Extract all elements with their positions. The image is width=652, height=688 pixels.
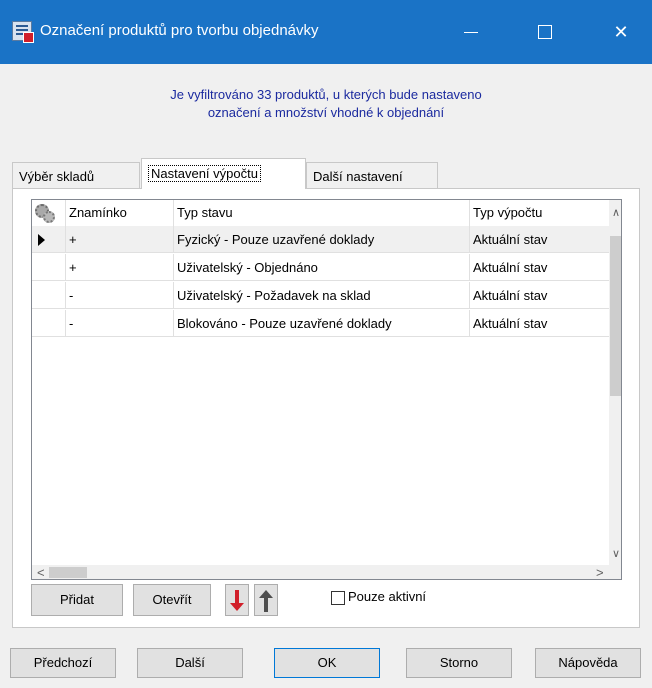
- cell-sign[interactable]: -: [66, 310, 174, 337]
- cell-calc[interactable]: Aktuální stav: [470, 254, 609, 281]
- tab-panel: Znamínko Typ stavu Typ výpočtu + Fyzický…: [12, 188, 640, 628]
- tab-nastaveni-vypoctu[interactable]: Nastavení výpočtu: [141, 158, 306, 189]
- window-title: Označení produktů pro tvorbu objednávky: [40, 22, 319, 39]
- cancel-button[interactable]: Storno: [406, 648, 512, 678]
- vertical-scrollbar[interactable]: ∧ ∨: [609, 200, 621, 565]
- arrow-up-icon: [259, 590, 273, 612]
- info-line-2: označení a množství vhodné k objednání: [207, 105, 445, 120]
- state-grid[interactable]: Znamínko Typ stavu Typ výpočtu + Fyzický…: [31, 199, 622, 580]
- minimize-icon: [464, 32, 478, 33]
- move-up-button[interactable]: [254, 584, 278, 616]
- row-indicator: [32, 226, 66, 253]
- close-icon: ✕: [613, 22, 629, 42]
- ok-button[interactable]: OK: [274, 648, 380, 678]
- table-row[interactable]: + Uživatelský - Objednáno Aktuální stav: [32, 254, 609, 281]
- column-header-typ-vypoctu[interactable]: Typ výpočtu: [470, 200, 609, 226]
- title-bar: Označení produktů pro tvorbu objednávky …: [0, 0, 652, 64]
- info-line-1: Je vyfiltrováno 33 produktů, u kterých b…: [170, 87, 482, 102]
- horizontal-scrollbar[interactable]: < >: [32, 565, 609, 579]
- cell-state[interactable]: Blokováno - Pouze uzavřené doklady: [174, 310, 470, 337]
- minimize-button[interactable]: [448, 14, 494, 50]
- help-button[interactable]: Nápověda: [535, 648, 641, 678]
- scroll-left-icon[interactable]: <: [37, 565, 45, 579]
- move-down-button[interactable]: [225, 584, 249, 616]
- cell-state[interactable]: Uživatelský - Požadavek na sklad: [174, 282, 470, 309]
- scroll-up-icon[interactable]: ∧: [611, 206, 621, 219]
- row-indicator: [32, 254, 66, 281]
- scroll-right-icon[interactable]: >: [596, 565, 604, 579]
- scroll-corner: [609, 565, 621, 579]
- tab-dalsi-nastaveni[interactable]: Další nastavení: [306, 162, 438, 188]
- tab-label: Výběr skladů: [19, 169, 95, 184]
- previous-button[interactable]: Předchozí: [10, 648, 116, 678]
- next-button[interactable]: Další: [137, 648, 243, 678]
- row-indicator: [32, 282, 66, 309]
- maximize-button[interactable]: [522, 14, 568, 50]
- column-header-typ-stavu[interactable]: Typ stavu: [174, 200, 470, 226]
- column-settings-button[interactable]: [32, 200, 66, 226]
- cell-state[interactable]: Uživatelský - Objednáno: [174, 254, 470, 281]
- tab-label: Nastavení výpočtu: [148, 165, 261, 182]
- scroll-down-icon[interactable]: ∨: [611, 547, 621, 560]
- vertical-scroll-thumb[interactable]: [610, 236, 621, 396]
- current-row-icon: [38, 234, 45, 246]
- table-row[interactable]: + Fyzický - Pouze uzavřené doklady Aktuá…: [32, 226, 609, 253]
- cell-sign[interactable]: +: [66, 226, 174, 253]
- cell-sign[interactable]: -: [66, 282, 174, 309]
- cell-state[interactable]: Fyzický - Pouze uzavřené doklady: [174, 226, 470, 253]
- grid-header: Znamínko Typ stavu Typ výpočtu: [32, 200, 609, 226]
- tab-vyber-skladu[interactable]: Výběr skladů: [12, 162, 140, 188]
- add-button[interactable]: Přidat: [31, 584, 123, 616]
- gear-icon: [35, 204, 55, 223]
- maximize-icon: [538, 25, 552, 39]
- only-active-label[interactable]: Pouze aktivní: [348, 589, 426, 604]
- table-row[interactable]: - Blokováno - Pouze uzavřené doklady Akt…: [32, 310, 609, 337]
- column-header-znaminko[interactable]: Znamínko: [66, 200, 174, 226]
- row-indicator: [32, 310, 66, 337]
- table-row[interactable]: - Uživatelský - Požadavek na sklad Aktuá…: [32, 282, 609, 309]
- cell-calc[interactable]: Aktuální stav: [470, 310, 609, 337]
- horizontal-scroll-thumb[interactable]: [49, 567, 87, 578]
- info-message: Je vyfiltrováno 33 produktů, u kterých b…: [0, 86, 652, 122]
- only-active-checkbox[interactable]: [331, 591, 345, 605]
- tab-label: Další nastavení: [313, 169, 403, 184]
- arrow-down-icon: [230, 590, 244, 611]
- cell-calc[interactable]: Aktuální stav: [470, 282, 609, 309]
- close-button[interactable]: ✕: [598, 14, 644, 50]
- cell-calc[interactable]: Aktuální stav: [470, 226, 609, 253]
- app-icon: [12, 21, 34, 43]
- open-button[interactable]: Otevřít: [133, 584, 211, 616]
- cell-sign[interactable]: +: [66, 254, 174, 281]
